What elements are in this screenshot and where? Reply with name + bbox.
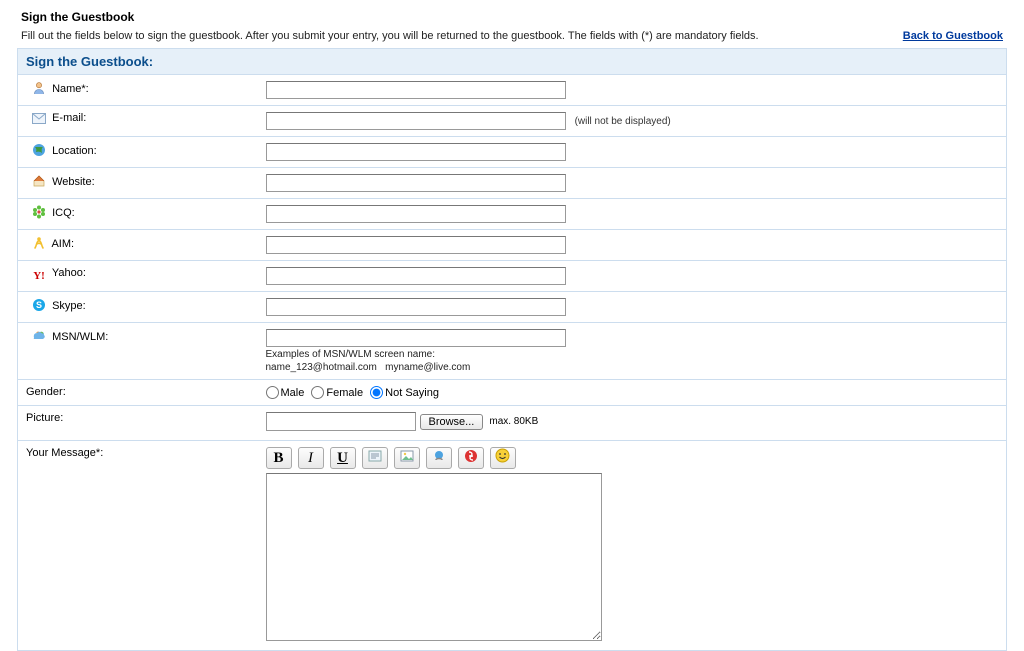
browse-button[interactable]: Browse...: [420, 414, 484, 430]
link-icon: [432, 449, 446, 468]
underline-button[interactable]: U: [330, 447, 356, 469]
email-icon: [32, 113, 46, 127]
picture-file-display: [266, 412, 416, 431]
image-button[interactable]: [394, 447, 420, 469]
italic-button[interactable]: I: [298, 447, 324, 469]
page-title: Sign the Guestbook: [17, 10, 1007, 24]
message-label: Your Message*:: [26, 447, 103, 459]
flash-button[interactable]: [458, 447, 484, 469]
website-input[interactable]: [266, 174, 566, 192]
gender-female-label: Female: [326, 387, 363, 399]
image-icon: [400, 449, 414, 468]
bold-button[interactable]: B: [266, 447, 292, 469]
link-button[interactable]: [426, 447, 452, 469]
msn-example-intro: Examples of MSN/WLM screen name:: [266, 349, 999, 360]
icq-icon: [32, 205, 46, 219]
svg-text:S: S: [36, 300, 42, 310]
quote-icon: [368, 449, 382, 468]
yahoo-icon: Y!: [32, 269, 46, 283]
gender-male-radio[interactable]: [266, 386, 279, 399]
location-input[interactable]: [266, 143, 566, 161]
yahoo-input[interactable]: [266, 267, 566, 285]
gender-label: Gender:: [26, 386, 66, 398]
person-icon: [32, 81, 46, 95]
msn-icon: [32, 329, 46, 343]
guestbook-form: Sign the Guestbook: Name*: E-mail:: [17, 48, 1007, 651]
name-input[interactable]: [266, 81, 566, 99]
icq-label: ICQ:: [52, 207, 75, 219]
gender-male-label: Male: [281, 387, 305, 399]
quote-button[interactable]: [362, 447, 388, 469]
yahoo-label: Yahoo:: [52, 267, 86, 279]
aim-label: AIM:: [51, 238, 74, 250]
skype-input[interactable]: [266, 298, 566, 316]
name-label: Name*:: [52, 83, 89, 95]
page-subtitle: Fill out the fields below to sign the gu…: [21, 30, 759, 42]
msn-example-line: name_123@hotmail.com myname@live.com: [266, 362, 999, 373]
msn-label: MSN/WLM:: [52, 331, 108, 343]
gender-notsaying-radio[interactable]: [370, 386, 383, 399]
aim-icon: [32, 236, 46, 250]
website-label: Website:: [52, 176, 95, 188]
smiley-icon: [495, 448, 510, 468]
gender-female-radio[interactable]: [311, 386, 324, 399]
aim-input[interactable]: [266, 236, 566, 254]
skype-label: Skype:: [52, 300, 86, 312]
back-to-guestbook-link[interactable]: Back to Guestbook: [903, 30, 1003, 42]
skype-icon: S: [32, 298, 46, 312]
emoji-button[interactable]: [490, 447, 516, 469]
location-label: Location:: [52, 145, 97, 157]
picture-label: Picture:: [26, 412, 63, 424]
email-label: E-mail:: [52, 112, 86, 124]
picture-maxkb: max. 80KB: [489, 416, 538, 427]
flash-icon: [464, 449, 478, 468]
email-hint: (will not be displayed): [575, 116, 671, 127]
globe-icon: [32, 143, 46, 157]
editor-toolbar: B I U: [266, 447, 999, 469]
email-input[interactable]: [266, 112, 566, 130]
msn-input[interactable]: [266, 329, 566, 347]
gender-notsaying-label: Not Saying: [385, 387, 439, 399]
icq-input[interactable]: [266, 205, 566, 223]
house-icon: [32, 174, 46, 188]
message-textarea[interactable]: [266, 473, 602, 641]
section-header: Sign the Guestbook:: [18, 49, 1007, 75]
